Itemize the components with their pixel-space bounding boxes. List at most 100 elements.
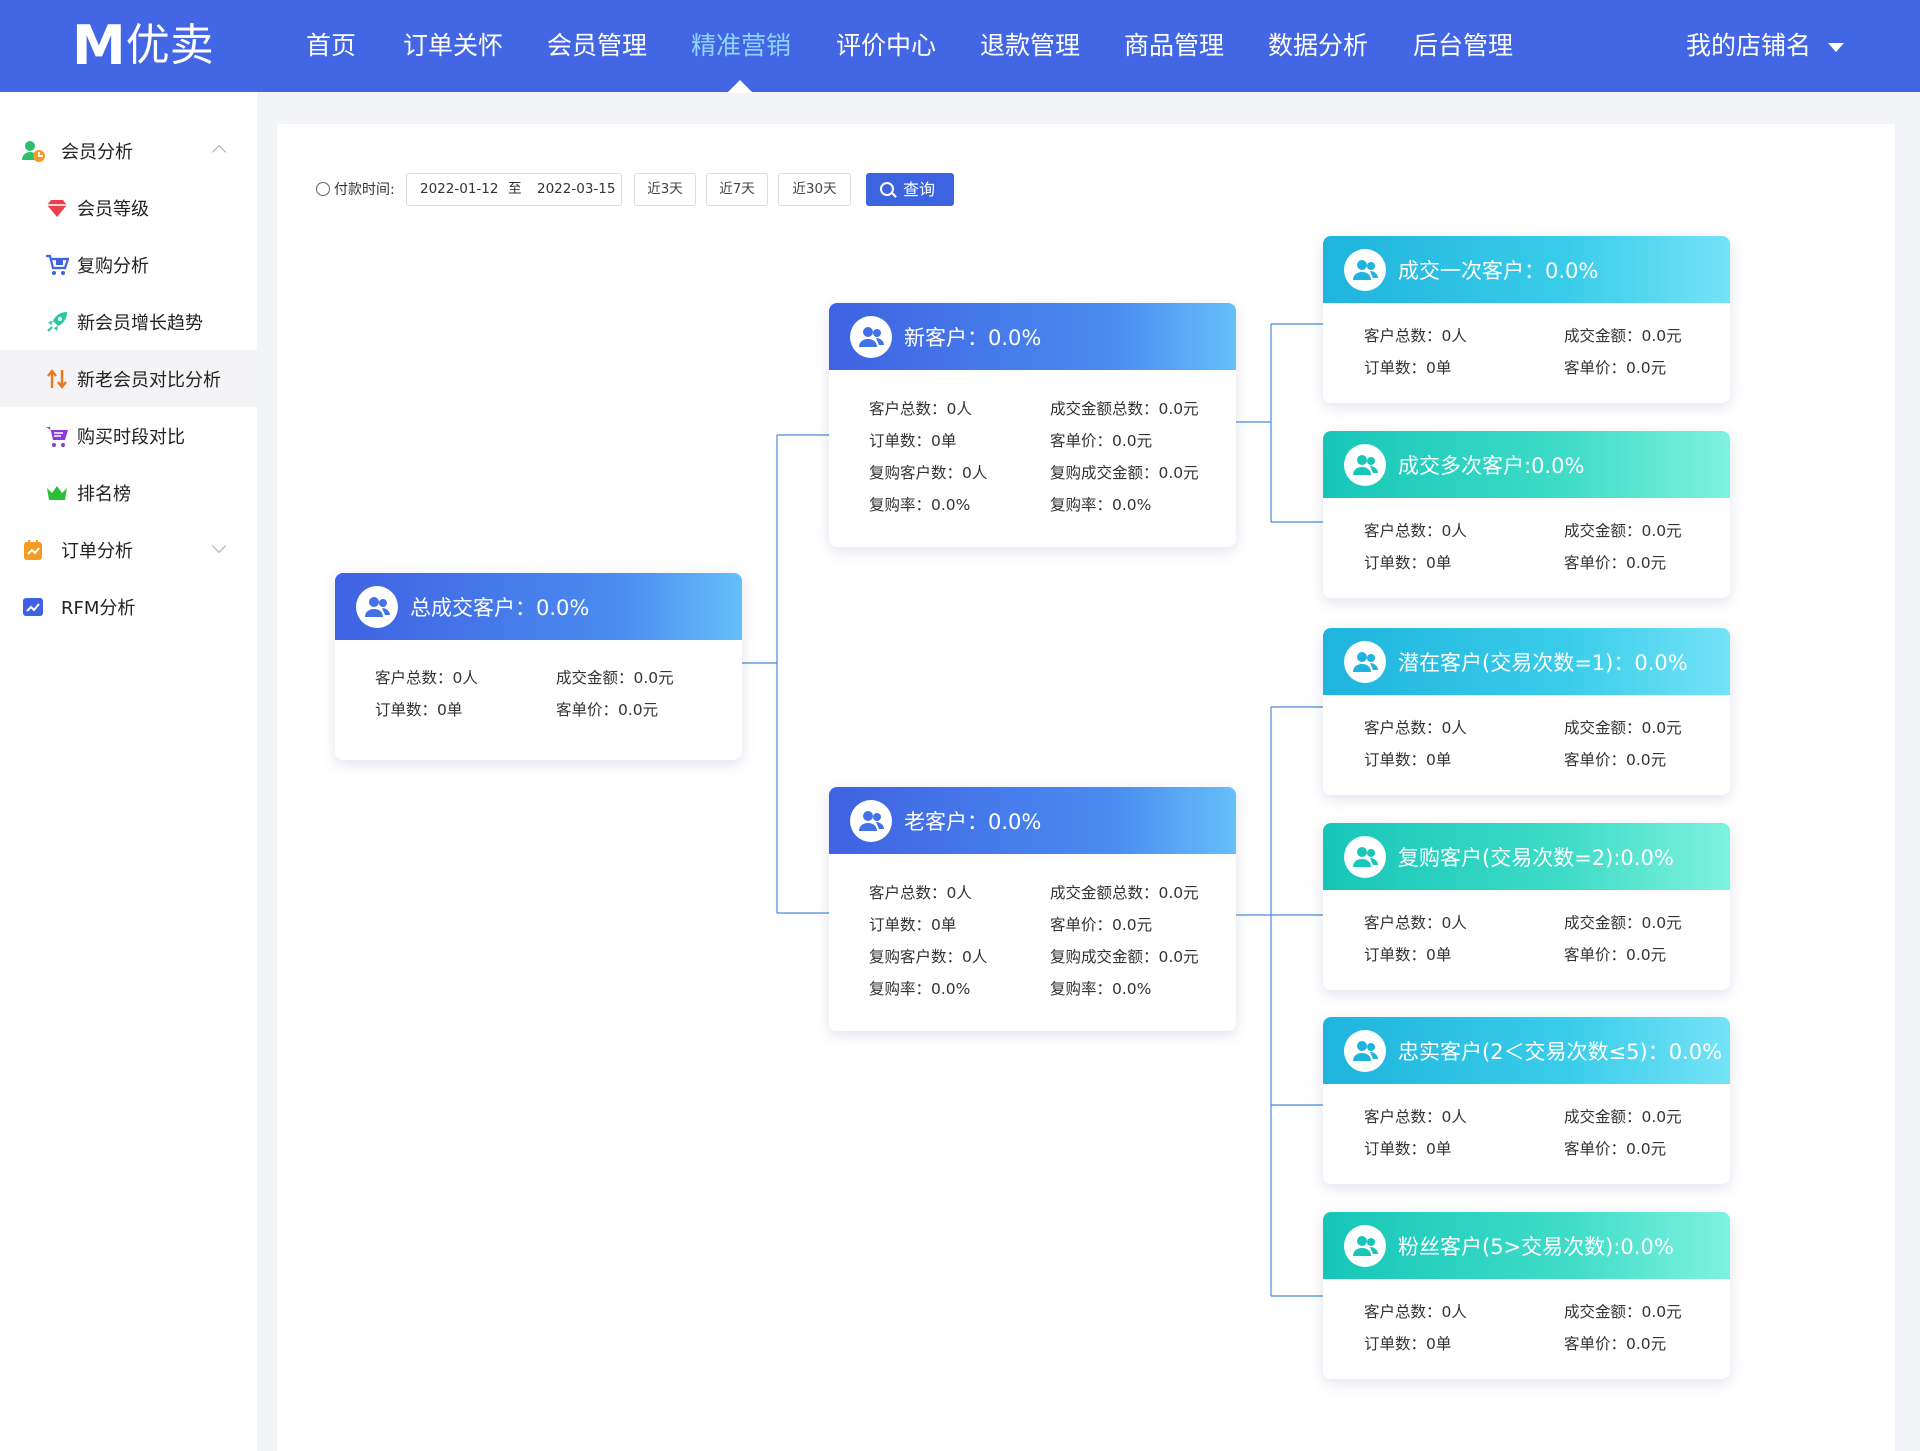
stat-transaction-amount: 成交金额：0.0元 xyxy=(556,669,674,687)
stat-avg-order-value: 客单价：0.0元 xyxy=(1564,359,1667,377)
stat-customer-count: 客户总数：0人 xyxy=(1364,522,1467,540)
sidebar-group-order-analysis[interactable]: 订单分析 xyxy=(0,521,257,578)
chevron-down-icon[interactable] xyxy=(1828,43,1844,52)
end-date: 2022-03-15 xyxy=(537,181,616,197)
query-button[interactable]: 查询 xyxy=(866,173,954,206)
stat-repurchase-customers: 复购客户数：0人 xyxy=(869,464,988,482)
nav-item-refund-management[interactable]: 退款管理 xyxy=(980,0,1080,92)
users-icon xyxy=(1344,640,1386,683)
users-icon xyxy=(1344,1029,1386,1072)
stat-transaction-amount: 成交金额：0.0元 xyxy=(1564,1303,1682,1321)
quick-range-7-days-button[interactable]: 近7天 xyxy=(706,173,768,206)
card-old-customers: 老客户：0.0% 客户总数：0人 成交金额总数：0.0元 订单数：0单 客单价：… xyxy=(829,787,1236,1031)
cart-repeat-icon xyxy=(44,252,70,278)
quick-range-30-days-button[interactable]: 近30天 xyxy=(778,173,851,206)
card-title: 总成交客户：0.0% xyxy=(410,595,590,620)
card-header: 成交多次客户:0.0% xyxy=(1323,431,1730,498)
sidebar-item-repurchase-analysis[interactable]: 复购分析 xyxy=(0,236,257,293)
cart-icon xyxy=(44,423,70,449)
store-name-dropdown[interactable]: 我的店铺名 xyxy=(1686,0,1811,92)
stat-transaction-amount: 成交金额：0.0元 xyxy=(1564,522,1682,540)
users-icon xyxy=(1344,1224,1386,1267)
card-multi-purchase-customers: 成交多次客户:0.0% 客户总数：0人 成交金额：0.0元 订单数：0单 客单价… xyxy=(1323,431,1730,598)
sidebar-item-label: 会员等级 xyxy=(77,198,149,220)
card-body: 客户总数：0人 成交金额总数：0.0元 订单数：0单 客单价：0.0元 复购客户… xyxy=(829,370,1236,547)
date-range-picker[interactable]: 2022-01-12 至 2022-03-15 xyxy=(406,173,622,206)
card-title: 忠实客户(2＜交易次数≤5)：0.0% xyxy=(1398,1039,1723,1064)
nav-item-order-care[interactable]: 订单关怀 xyxy=(403,0,503,92)
top-nav-bar: M 优卖 首页 订单关怀 会员管理 精准营销 评价中心 退款管理 商品管理 数据… xyxy=(0,0,1920,93)
users-icon xyxy=(850,315,892,358)
chevron-down-icon xyxy=(211,538,227,554)
stat-order-count: 订单数：0单 xyxy=(1364,1335,1452,1353)
stat-customer-count: 客户总数：0人 xyxy=(1364,1303,1467,1321)
nav-item-product-management[interactable]: 商品管理 xyxy=(1124,0,1224,92)
stat-customer-count: 客户总数：0人 xyxy=(1364,914,1467,932)
stat-transaction-total: 成交金额总数：0.0元 xyxy=(1050,884,1199,902)
stat-repurchase-rate: 复购率：0.0% xyxy=(1050,496,1152,514)
nav-item-data-analysis[interactable]: 数据分析 xyxy=(1268,0,1368,92)
stat-transaction-total: 成交金额总数：0.0元 xyxy=(1050,400,1199,418)
stat-repurchase-customers: 复购客户数：0人 xyxy=(869,948,988,966)
rocket-icon xyxy=(44,309,70,335)
stat-order-count: 订单数：0单 xyxy=(375,701,463,719)
card-body: 客户总数：0人 成交金额：0.0元 订单数：0单 客单价：0.0元 xyxy=(1323,303,1730,403)
nav-item-review-center[interactable]: 评价中心 xyxy=(836,0,936,92)
logo-letter: M xyxy=(72,14,126,77)
payment-time-label: 付款时间: xyxy=(334,182,395,198)
sidebar-item-new-member-trend[interactable]: 新会员增长趋势 xyxy=(0,293,257,350)
stat-order-count: 订单数：0单 xyxy=(1364,554,1452,572)
sidebar-item-purchase-period[interactable]: 购买时段对比 xyxy=(0,407,257,464)
card-title: 复购客户(交易次数=2):0.0% xyxy=(1398,845,1674,870)
stat-order-count: 订单数：0单 xyxy=(869,916,957,934)
chevron-up-icon xyxy=(211,144,227,160)
clock-icon xyxy=(316,182,330,196)
stat-order-count: 订单数：0单 xyxy=(1364,1140,1452,1158)
users-icon xyxy=(1344,443,1386,486)
search-icon-handle xyxy=(891,192,897,198)
stat-customer-count: 客户总数：0人 xyxy=(375,669,478,687)
nav-item-member-management[interactable]: 会员管理 xyxy=(547,0,647,92)
active-nav-indicator xyxy=(727,80,753,93)
card-repeat-customers: 复购客户(交易次数=2):0.0% 客户总数：0人 成交金额：0.0元 订单数：… xyxy=(1323,823,1730,990)
card-new-customers: 新客户：0.0% 客户总数：0人 成交金额总数：0.0元 订单数：0单 客单价：… xyxy=(829,303,1236,547)
logo-name: 优卖 xyxy=(125,20,214,71)
brand-logo[interactable]: M 优卖 xyxy=(72,18,214,74)
sidebar-group-label: 会员分析 xyxy=(61,141,133,163)
card-title: 潜在客户(交易次数=1)：0.0% xyxy=(1398,650,1688,675)
users-icon xyxy=(850,799,892,842)
card-body: 客户总数：0人 成交金额：0.0元 订单数：0单 客单价：0.0元 xyxy=(1323,890,1730,990)
nav-item-admin[interactable]: 后台管理 xyxy=(1413,0,1513,92)
card-header: 粉丝客户(5>交易次数):0.0% xyxy=(1323,1212,1730,1279)
stat-order-count: 订单数：0单 xyxy=(1364,359,1452,377)
stat-customer-count: 客户总数：0人 xyxy=(869,884,972,902)
stat-repurchase-rate: 复购率：0.0% xyxy=(869,496,971,514)
crown-icon xyxy=(44,480,70,506)
up-down-arrows-icon xyxy=(44,366,70,392)
sidebar-item-new-old-compare[interactable]: 新老会员对比分析 xyxy=(0,350,257,407)
card-loyal-customers: 忠实客户(2＜交易次数≤5)：0.0% 客户总数：0人 成交金额：0.0元 订单… xyxy=(1323,1017,1730,1184)
sidebar-item-ranking[interactable]: 排名榜 xyxy=(0,464,257,521)
card-body: 客户总数：0人 成交金额总数：0.0元 订单数：0单 客单价：0.0元 复购客户… xyxy=(829,854,1236,1031)
sidebar-group-label: 订单分析 xyxy=(61,540,133,562)
sidebar-item-label: 复购分析 xyxy=(77,255,149,277)
nav-item-home[interactable]: 首页 xyxy=(306,0,356,92)
stat-transaction-amount: 成交金额：0.0元 xyxy=(1564,327,1682,345)
sidebar-group-member-analysis[interactable]: 会员分析 xyxy=(0,122,257,179)
stat-customer-count: 客户总数：0人 xyxy=(1364,1108,1467,1126)
order-analysis-icon xyxy=(20,537,46,563)
card-potential-customers: 潜在客户(交易次数=1)：0.0% 客户总数：0人 成交金额：0.0元 订单数：… xyxy=(1323,628,1730,795)
stat-transaction-amount: 成交金额：0.0元 xyxy=(1564,719,1682,737)
sidebar-item-member-level[interactable]: 会员等级 xyxy=(0,179,257,236)
quick-range-3-days-button[interactable]: 近3天 xyxy=(634,173,696,206)
stat-order-count: 订单数：0单 xyxy=(869,432,957,450)
date-separator: 至 xyxy=(508,181,522,197)
card-header: 总成交客户：0.0% xyxy=(335,573,742,640)
nav-item-precision-marketing[interactable]: 精准营销 xyxy=(691,0,791,92)
stat-repurchase-rate: 复购率：0.0% xyxy=(869,980,971,998)
card-single-purchase-customers: 成交一次客户：0.0% 客户总数：0人 成交金额：0.0元 订单数：0单 客单价… xyxy=(1323,236,1730,403)
stat-repurchase-amount: 复购成交金额：0.0元 xyxy=(1050,464,1199,482)
stat-avg-order-value: 客单价：0.0元 xyxy=(1564,554,1667,572)
stat-avg-order-value: 客单价：0.0元 xyxy=(1564,1335,1667,1353)
sidebar-group-rfm-analysis[interactable]: RFM分析 xyxy=(0,578,257,635)
